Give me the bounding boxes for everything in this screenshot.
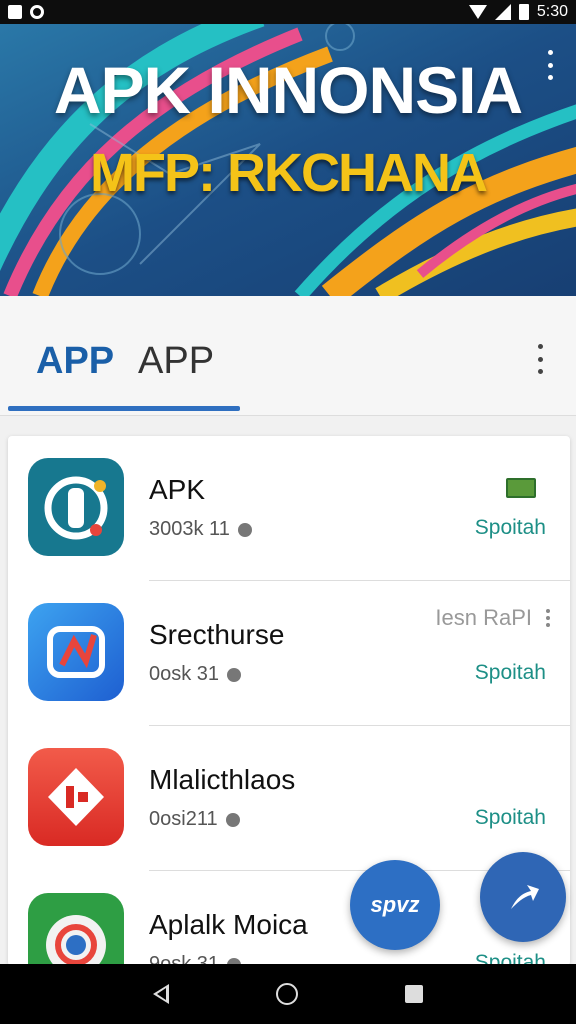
app-icon-apk <box>28 458 124 556</box>
sync-notification-icon <box>30 5 44 19</box>
tab-indicator <box>8 406 240 411</box>
app-extra: Iesn RaPI <box>435 605 550 631</box>
tab-bar: APP APP <box>0 296 576 416</box>
app-action-link[interactable]: Spoitah <box>475 661 546 685</box>
app-meta: 0osi211 <box>149 808 240 831</box>
app-name: Aplalk Moica <box>149 909 308 940</box>
app-icon-aplalk-moica <box>28 893 124 966</box>
floating-action-button-primary[interactable]: spvz <box>350 860 440 950</box>
info-icon <box>237 522 252 537</box>
app-icon-srecthurse <box>28 603 124 701</box>
app-icon-mlalicthlaos <box>28 748 124 846</box>
info-icon <box>225 812 240 827</box>
back-icon[interactable] <box>153 984 170 1004</box>
overflow-menu-icon[interactable] <box>532 344 548 374</box>
app-name: APK <box>149 474 206 505</box>
share-arrow-icon <box>511 885 539 909</box>
item-overflow-icon[interactable] <box>546 609 550 627</box>
signal-icon <box>494 4 511 20</box>
app-meta: 3003k 11 <box>149 518 252 541</box>
fab-label: spvz <box>370 892 420 917</box>
banner-title: APK INNONSIA <box>53 53 523 127</box>
banner-overflow-menu-icon[interactable] <box>542 50 558 80</box>
clock: 5:30 <box>536 3 568 20</box>
status-bar: 5:30 <box>0 0 576 24</box>
app-action-link[interactable]: Spoitah <box>475 516 546 540</box>
list-item[interactable]: APK 3003k 11 Spoitah <box>8 436 570 581</box>
list-item[interactable]: Srecthurse 0osk 31 Iesn RaPI Spoitah <box>8 581 570 726</box>
info-icon <box>227 667 242 682</box>
list-item[interactable]: Mlalicthlaos 0osi211 Spoitah <box>8 726 570 871</box>
navigation-bar <box>0 964 576 1024</box>
app-name: Mlalicthlaos <box>149 764 296 795</box>
home-icon[interactable] <box>275 983 298 1005</box>
banner-subtitle: MFP: RKCHANA <box>90 143 488 203</box>
tab-app[interactable]: APP <box>138 340 214 383</box>
app-meta: 0osk 31 <box>149 663 242 686</box>
battery-chip-icon <box>506 478 536 498</box>
recents-icon[interactable] <box>404 985 423 1003</box>
floating-action-button-share[interactable] <box>480 852 566 942</box>
wifi-icon <box>468 5 487 19</box>
app-name: Srecthurse <box>149 619 285 650</box>
app-action-link[interactable]: Spoitah <box>475 806 546 830</box>
image-notification-icon <box>8 5 22 19</box>
battery-icon <box>518 4 529 20</box>
tab-app-active[interactable]: APP <box>36 340 114 383</box>
header-banner: APK INNONSIA MFP: RKCHANA <box>0 24 576 296</box>
